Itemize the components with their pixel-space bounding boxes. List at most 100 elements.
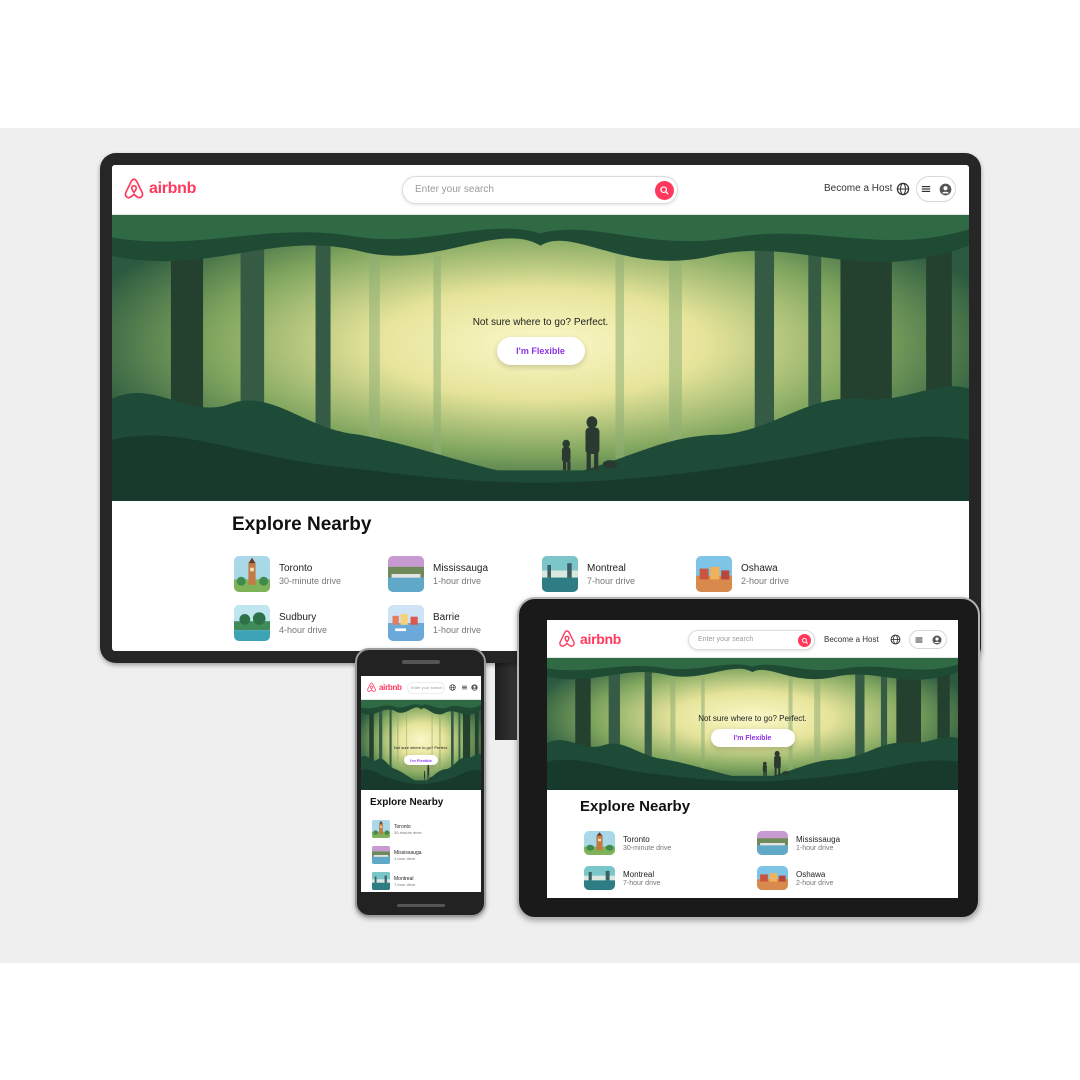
- tile-distance: 2-hour drive: [741, 575, 790, 586]
- phone-device: airbnb Enter your search Not sure where …: [355, 648, 486, 917]
- user-avatar-icon: [932, 635, 942, 645]
- airbnb-logo-icon: [557, 629, 577, 649]
- tile-name: Mississauga: [796, 834, 841, 844]
- menu-icon: [920, 183, 932, 195]
- mississauga-thumb: [388, 556, 424, 592]
- search-icon[interactable]: [655, 181, 674, 200]
- phone-navbar: airbnb Enter your search: [361, 676, 481, 700]
- tile-name: Toronto: [623, 834, 650, 844]
- user-menu-button[interactable]: [916, 176, 956, 202]
- tile-distance: 1-hour drive: [394, 855, 416, 861]
- tile-name: Sudbury: [279, 611, 317, 623]
- forest-hero-image: [547, 658, 958, 790]
- tablet-hero: Not sure where to go? Perfect. I'm Flexi…: [547, 658, 958, 790]
- phone-speaker: [402, 660, 440, 664]
- phone-screen: airbnb Enter your search Not sure where …: [361, 676, 481, 892]
- nearby-tile-toronto[interactable]: Toronto 30-minute drive: [234, 556, 341, 592]
- search-icon[interactable]: [798, 634, 811, 647]
- montreal-thumb: [372, 872, 390, 890]
- tile-distance: 7-hour drive: [623, 879, 661, 887]
- phone-logo[interactable]: airbnb: [366, 682, 402, 693]
- explore-nearby-title: Explore Nearby: [370, 797, 444, 808]
- brand-name: airbnb: [149, 180, 197, 197]
- oshawa-thumb: [696, 556, 732, 592]
- tile-distance: 1-hour drive: [433, 624, 482, 635]
- toronto-thumb: [234, 556, 270, 592]
- im-flexible-button[interactable]: I'm Flexible: [404, 755, 438, 765]
- mississauga-thumb: [757, 831, 788, 855]
- hero-tagline: Not sure where to go? Perfect.: [393, 745, 449, 750]
- menu-icon: [914, 635, 924, 645]
- montreal-thumb: [584, 866, 615, 890]
- toronto-thumb: [584, 831, 615, 855]
- tile-distance: 1-hour drive: [433, 575, 482, 586]
- phone-hero: Not sure where to go? Perfect. I'm Flexi…: [361, 700, 481, 790]
- tile-distance: 30-minute drive: [623, 844, 672, 852]
- become-host-link[interactable]: Become a Host: [824, 635, 879, 644]
- tablet-navbar: airbnb Enter your search Become a Host: [547, 620, 958, 658]
- nearby-tile-mississauga[interactable]: Mississauga 1-hour drive: [757, 831, 840, 855]
- brand-name: airbnb: [580, 631, 621, 647]
- nearby-tile-sudbury[interactable]: Sudbury 4-hour drive: [234, 605, 327, 641]
- user-avatar-icon: [939, 183, 952, 196]
- nearby-tile-montreal[interactable]: Montreal 7-hour drive: [542, 556, 635, 592]
- nearby-tile-mississauga[interactable]: Mississauga 1-hour drive: [372, 846, 422, 864]
- airbnb-logo-icon: [366, 682, 377, 693]
- desktop-search-input[interactable]: Enter your search: [402, 176, 678, 204]
- globe-icon[interactable]: [895, 181, 911, 197]
- tile-name: Barrie: [433, 611, 460, 623]
- nearby-tile-montreal[interactable]: Montreal 7-hour drive: [372, 872, 415, 890]
- tablet-search-input[interactable]: Enter your search: [688, 630, 815, 650]
- oshawa-thumb: [757, 866, 788, 890]
- tile-distance: 2-hour drive: [796, 879, 834, 887]
- toronto-thumb: [372, 820, 390, 838]
- airbnb-logo-icon: [122, 177, 146, 201]
- globe-icon[interactable]: [889, 633, 901, 645]
- become-host-link[interactable]: Become a Host: [824, 183, 892, 194]
- montreal-thumb: [542, 556, 578, 592]
- im-flexible-button[interactable]: I'm Flexible: [710, 729, 795, 747]
- desktop-hero: Not sure where to go? Perfect. I'm Flexi…: [112, 215, 969, 501]
- tile-distance: 7-hour drive: [394, 881, 416, 887]
- tile-name: Montreal: [623, 869, 655, 879]
- desktop-screen: airbnb Enter your search Become a Host N…: [112, 165, 969, 651]
- nearby-tile-toronto[interactable]: Toronto 30-minute drive: [372, 820, 422, 838]
- phone-home-bar: [397, 904, 445, 907]
- tile-distance: 30-minute drive: [394, 829, 422, 835]
- nearby-tile-toronto[interactable]: Toronto 30-minute drive: [584, 831, 671, 855]
- phone-search-input[interactable]: Enter your search: [407, 682, 445, 694]
- explore-nearby-title: Explore Nearby: [580, 798, 691, 815]
- nearby-tile-mississauga[interactable]: Mississauga 1-hour drive: [388, 556, 488, 592]
- nearby-tile-oshawa[interactable]: Oshawa 2-hour drive: [757, 866, 833, 890]
- nearby-tile-oshawa[interactable]: Oshawa 2-hour drive: [696, 556, 789, 592]
- tile-distance: 7-hour drive: [587, 575, 636, 586]
- tablet-screen: airbnb Enter your search Become a Host N…: [547, 620, 958, 898]
- im-flexible-button[interactable]: I'm Flexible: [496, 337, 585, 365]
- user-menu-button[interactable]: [909, 630, 947, 649]
- tile-name: Montreal: [587, 562, 626, 574]
- search-placeholder: Enter your search: [411, 685, 443, 690]
- explore-nearby-title: Explore Nearby: [232, 514, 372, 535]
- tablet-device: airbnb Enter your search Become a Host N…: [517, 597, 980, 919]
- sudbury-thumb: [234, 605, 270, 641]
- tablet-logo[interactable]: airbnb: [557, 629, 621, 649]
- nearby-tile-barrie[interactable]: Barrie 1-hour drive: [388, 605, 481, 641]
- desktop-logo[interactable]: airbnb: [122, 177, 196, 201]
- tile-distance: 4-hour drive: [279, 624, 328, 635]
- menu-icon[interactable]: [461, 684, 468, 691]
- hero-tagline: Not sure where to go? Perfect.: [698, 714, 807, 723]
- barrie-thumb: [388, 605, 424, 641]
- tile-distance: 1-hour drive: [796, 844, 834, 852]
- search-placeholder: Enter your search: [415, 184, 494, 195]
- nearby-tile-montreal[interactable]: Montreal 7-hour drive: [584, 866, 660, 890]
- tile-name: Oshawa: [796, 869, 826, 879]
- user-avatar-icon[interactable]: [471, 684, 478, 691]
- brand-name: airbnb: [379, 683, 402, 692]
- hero-tagline: Not sure where to go? Perfect.: [472, 317, 609, 328]
- tile-distance: 30-minute drive: [279, 575, 342, 586]
- desktop-navbar: airbnb Enter your search Become a Host: [112, 165, 969, 215]
- globe-icon[interactable]: [449, 684, 456, 691]
- tile-name: Oshawa: [741, 562, 778, 574]
- mississauga-thumb: [372, 846, 390, 864]
- tile-name: Toronto: [279, 562, 313, 574]
